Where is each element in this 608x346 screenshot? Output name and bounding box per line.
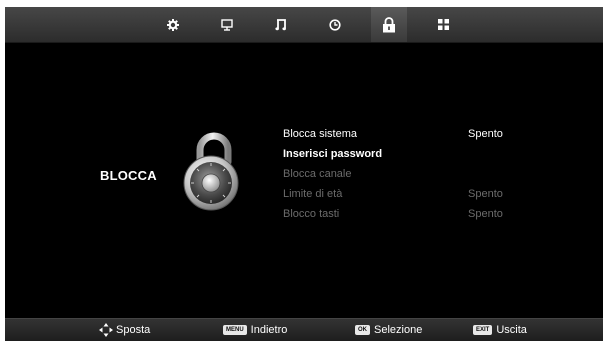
hint-back-label: Indietro	[250, 324, 288, 336]
menu-item-value: Spento	[468, 188, 503, 200]
audio-tab[interactable]	[263, 7, 299, 42]
menu-item-value: Spento	[468, 208, 503, 220]
hint-move: Sposta	[99, 322, 150, 338]
menu-item-label: Blocca sistema	[283, 128, 357, 140]
gear-icon	[167, 18, 179, 31]
menu-item-blocca-sistema[interactable]: Blocca sistema Spento	[283, 127, 523, 147]
tv-menu-screen: BLOCCA Blocca sistema Spento Inserisci p…	[5, 7, 603, 341]
clock-icon	[329, 18, 341, 31]
hint-select: OK Selezione	[355, 322, 422, 338]
ok-key-icon: OK	[355, 325, 370, 335]
time-tab[interactable]	[317, 7, 353, 42]
hint-exit: EXIT Uscita	[473, 322, 527, 338]
menu-key-icon: MENU	[223, 325, 247, 335]
monitor-icon	[221, 18, 233, 31]
menu-item-blocco-tasti[interactable]: Blocco tasti Spento	[283, 207, 523, 227]
lock-settings-menu: Blocca sistema Spento Inserisci password…	[283, 127, 523, 227]
hint-back: MENU Indietro	[223, 322, 287, 338]
menu-item-label: Limite di età	[283, 188, 343, 200]
section-title: BLOCCA	[100, 168, 157, 183]
grid-icon	[437, 19, 449, 30]
menu-item-limite-di-eta[interactable]: Limite di età Spento	[283, 187, 523, 207]
combination-lock-icon	[183, 132, 239, 211]
screen-tab[interactable]	[209, 7, 245, 42]
settings-tab[interactable]	[155, 7, 191, 42]
lock-tab[interactable]	[371, 7, 407, 42]
menu-tab-bar	[5, 7, 603, 43]
menu-item-value: Spento	[468, 128, 503, 140]
music-note-icon	[275, 18, 286, 30]
direction-arrows-icon	[99, 323, 113, 337]
lock-menu-content: BLOCCA Blocca sistema Spento Inserisci p…	[5, 42, 603, 319]
menu-item-blocca-canale[interactable]: Blocca canale	[283, 167, 523, 187]
menu-item-label: Blocco tasti	[283, 208, 340, 220]
menu-item-label: Blocca canale	[283, 168, 352, 180]
hint-move-label: Sposta	[116, 324, 151, 336]
exit-key-icon: EXIT	[473, 325, 493, 335]
menu-item-label: Inserisci password	[283, 148, 383, 160]
key-hint-bar: Sposta MENU Indietro OK Selezione EXIT U…	[5, 318, 603, 341]
hint-exit-label: Uscita	[496, 324, 527, 336]
setup-tab[interactable]	[425, 7, 461, 42]
menu-item-inserisci-password[interactable]: Inserisci password	[283, 147, 523, 167]
lock-icon	[383, 16, 395, 32]
hint-select-label: Selezione	[374, 324, 423, 336]
